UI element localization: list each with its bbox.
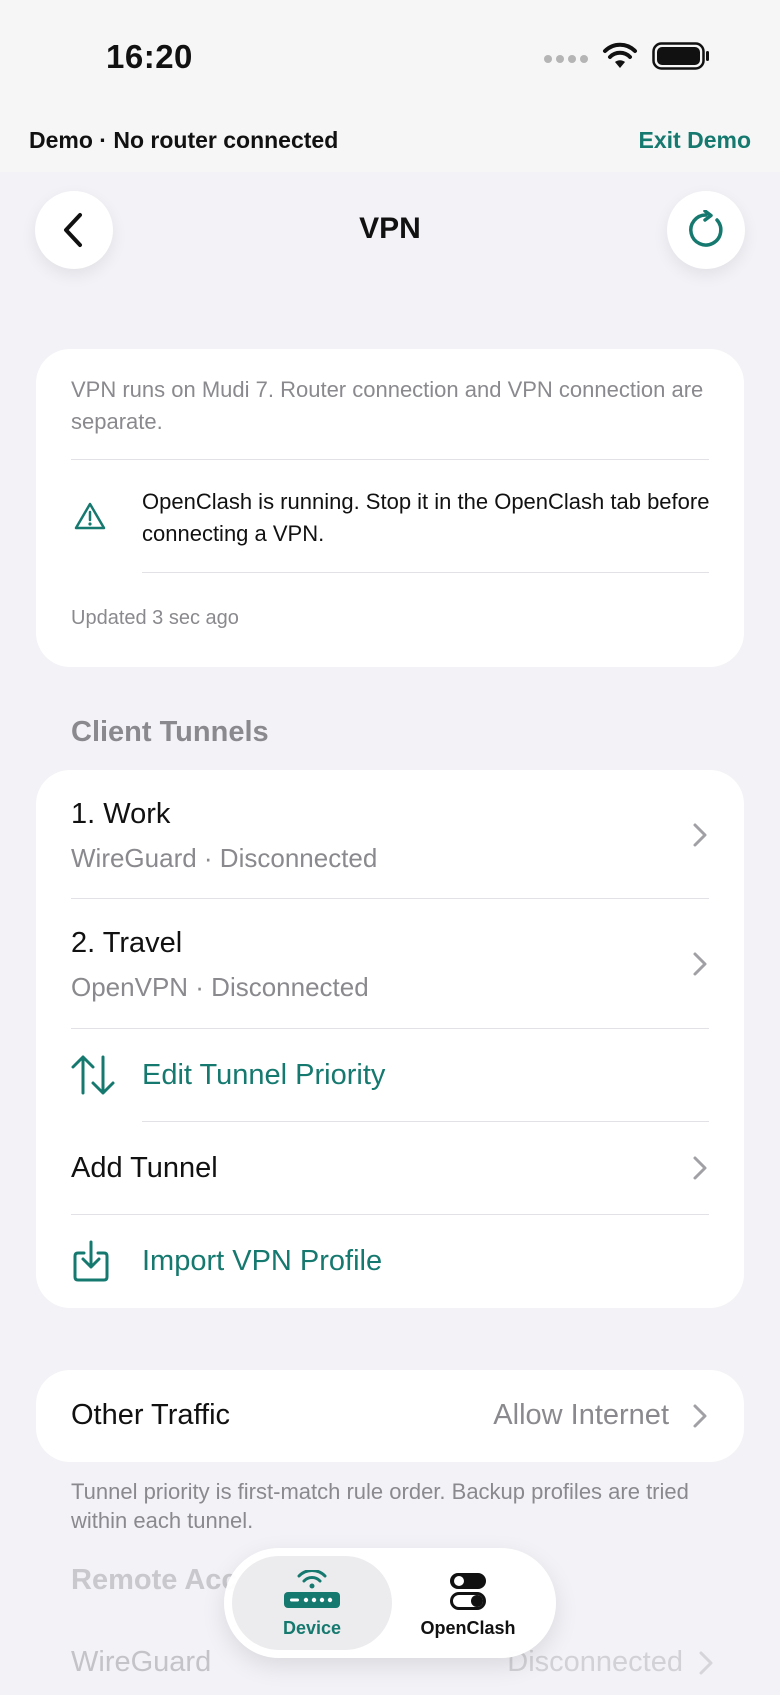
status-icons xyxy=(544,42,710,70)
exit-demo-button[interactable]: Exit Demo xyxy=(639,127,751,154)
refresh-button[interactable] xyxy=(667,191,745,269)
divider xyxy=(142,572,709,573)
warning-icon xyxy=(74,502,106,530)
vpn-description: VPN runs on Mudi 7. Router connection an… xyxy=(71,377,704,434)
top-bar: 16:20 Demo · No router connected Exit De… xyxy=(0,0,780,172)
chevron-right-icon xyxy=(693,1156,707,1180)
page-title: VPN xyxy=(359,212,421,245)
import-vpn-profile-label: Import VPN Profile xyxy=(142,1245,383,1277)
wifi-icon xyxy=(603,42,637,68)
openclash-warning-text: OpenClash is running. Stop it in the Ope… xyxy=(142,489,710,546)
tab-openclash-label: OpenClash xyxy=(420,1618,516,1638)
remote-access-header: Remote Acc xyxy=(71,1564,238,1596)
other-traffic-value: Allow Internet xyxy=(493,1399,669,1431)
tunnel-priority-footnote: Tunnel priority is first-match rule orde… xyxy=(71,1479,689,1533)
import-vpn-profile-button[interactable]: Import VPN Profile xyxy=(36,1215,744,1308)
add-tunnel-label: Add Tunnel xyxy=(71,1152,218,1184)
tunnel-title: 1. Work xyxy=(71,798,171,830)
tab-bar: Device OpenClash xyxy=(224,1548,556,1658)
other-traffic-label: Other Traffic xyxy=(71,1399,231,1431)
battery-icon xyxy=(652,42,709,70)
tab-device-label: Device xyxy=(282,1618,342,1638)
tunnel-row-travel[interactable]: 2. Travel OpenVPN · Disconnected xyxy=(36,899,744,1027)
tunnel-subtitle: OpenVPN · Disconnected xyxy=(71,972,369,1002)
divider xyxy=(71,459,709,460)
reorder-arrows-icon xyxy=(71,1055,115,1095)
client-tunnels-card: 1. Work WireGuard · Disconnected 2. Trav… xyxy=(36,770,744,1308)
remote-wireguard-label[interactable]: WireGuard xyxy=(71,1646,211,1679)
router-icon xyxy=(284,1570,340,1608)
add-tunnel-button[interactable]: Add Tunnel xyxy=(36,1122,744,1214)
chevron-right-icon xyxy=(693,823,707,847)
tunnel-subtitle: WireGuard · Disconnected xyxy=(71,843,378,873)
tunnel-row-work[interactable]: 1. Work WireGuard · Disconnected xyxy=(36,770,744,898)
edit-tunnel-priority-label: Edit Tunnel Priority xyxy=(142,1059,386,1091)
chevron-right-icon xyxy=(693,1404,707,1428)
updated-timestamp: Updated 3 sec ago xyxy=(71,607,239,629)
toggles-icon xyxy=(450,1573,486,1610)
tunnel-title: 2. Travel xyxy=(71,927,183,959)
chevron-right-icon xyxy=(699,1651,713,1675)
status-time: 16:20 xyxy=(106,38,193,75)
chevron-right-icon xyxy=(693,952,707,976)
remote-wireguard-status: Disconnected xyxy=(507,1646,683,1678)
cellular-signal-icon xyxy=(544,55,588,63)
import-download-icon xyxy=(73,1240,109,1282)
vpn-info-card: VPN runs on Mudi 7. Router connection an… xyxy=(36,349,744,667)
tab-openclash[interactable]: OpenClash xyxy=(388,1556,548,1650)
tab-device[interactable]: Device xyxy=(232,1556,392,1650)
refresh-icon xyxy=(689,210,723,247)
edit-tunnel-priority-button[interactable]: Edit Tunnel Priority xyxy=(36,1029,744,1121)
demo-status-text: Demo · No router connected xyxy=(29,127,339,153)
client-tunnels-header: Client Tunnels xyxy=(71,716,269,748)
other-traffic-row[interactable]: Other Traffic Allow Internet xyxy=(36,1370,744,1462)
